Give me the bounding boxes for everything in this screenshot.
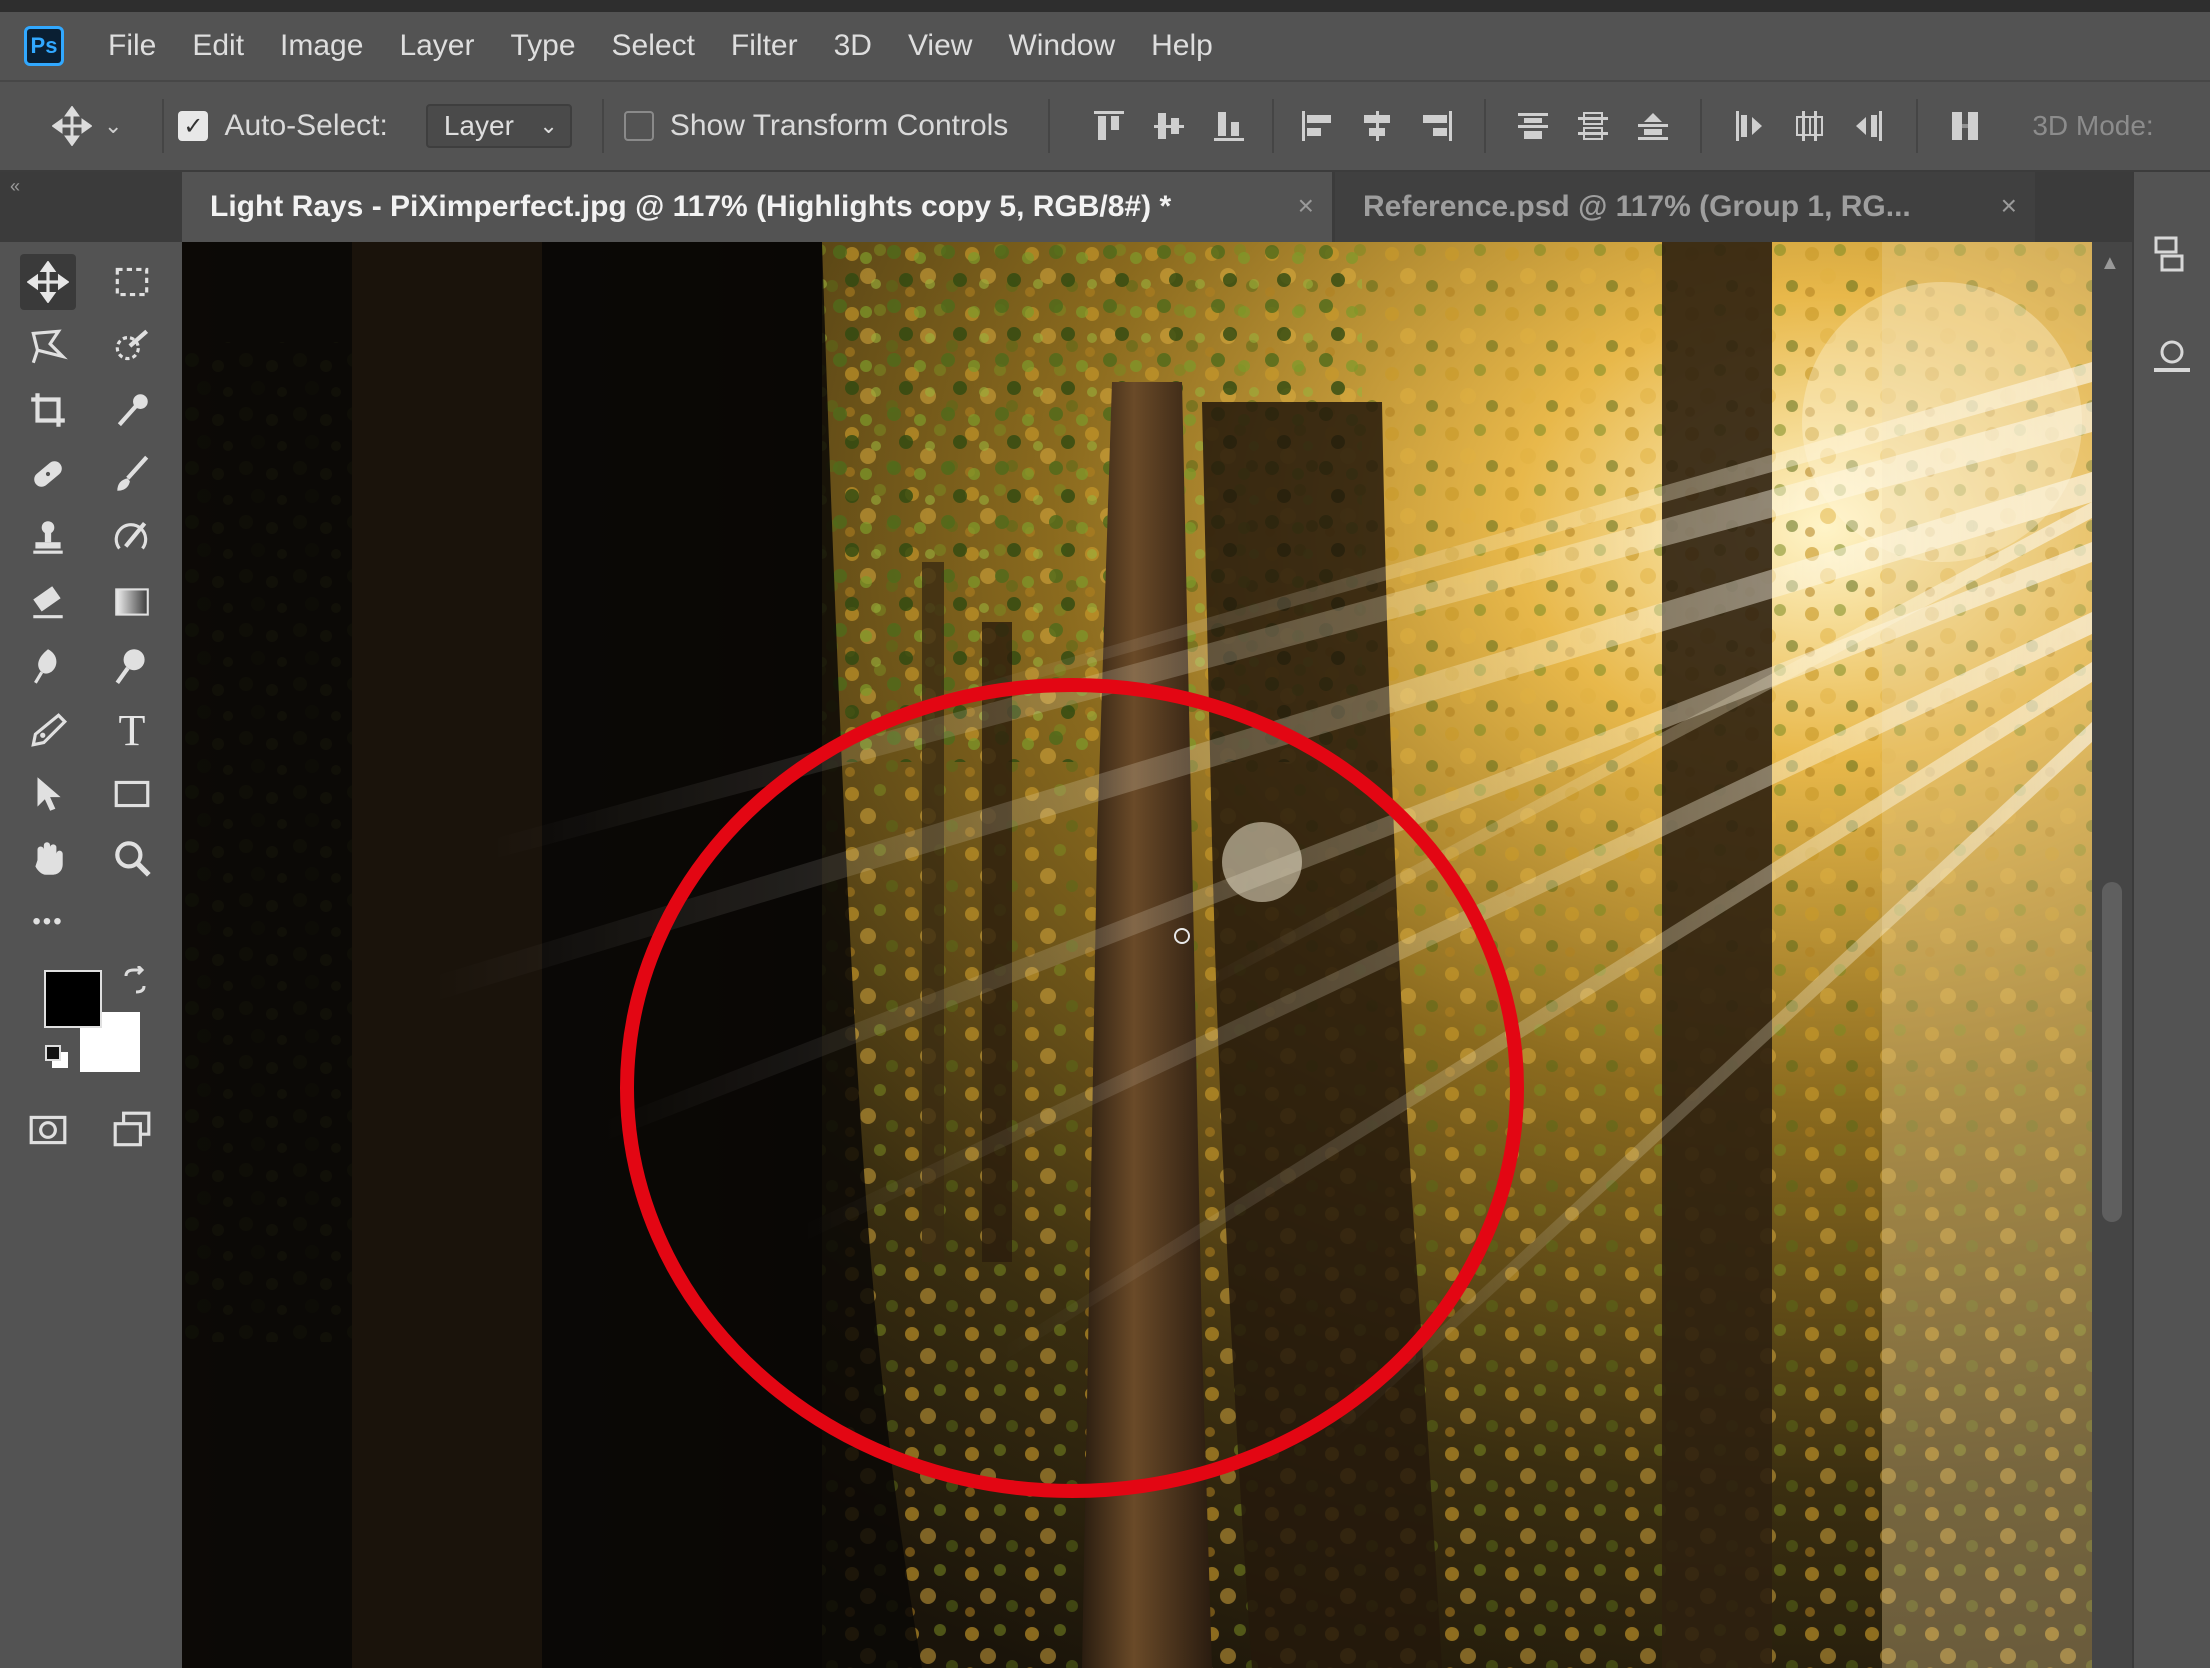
align-top-edges-icon[interactable] [1090,107,1128,145]
canvas-image [182,242,2092,1668]
close-icon[interactable]: × [2001,190,2017,222]
tools-panel: T ••• [0,242,182,1668]
show-transform-controls-label: Show Transform Controls [669,109,1009,142]
move-tool-preset-icon[interactable] [50,104,94,148]
auto-select-checkbox[interactable]: ✓ [178,111,209,141]
more-tools-icon: ••• [32,908,64,935]
chevron-down-icon: ⌄ [539,113,558,138]
blur-tool[interactable] [20,638,76,694]
history-brush-tool[interactable] [104,510,160,566]
menu-window[interactable]: Window [1008,29,1115,63]
rectangle-tool[interactable] [104,766,160,822]
menu-layer[interactable]: Layer [399,29,474,63]
layers-panel-icon[interactable] [2148,232,2196,280]
divider [1272,99,1275,153]
gradient-tool[interactable] [104,574,160,630]
eraser-tool[interactable] [20,574,76,630]
distribute-top-icon[interactable] [1514,107,1552,145]
screen-mode-icon[interactable] [104,1102,160,1158]
lasso-tool[interactable] [20,318,76,374]
swap-colors-icon[interactable] [120,964,150,996]
marquee-tool[interactable] [104,254,160,310]
close-icon[interactable]: × [1298,190,1314,222]
align-right-edges-icon[interactable] [1418,107,1456,145]
menu-bar: Ps File Edit Image Layer Type Select Fil… [0,12,2210,80]
options-bar: ⌄ ✓ Auto-Select: Layer ⌄ Show Transform … [0,80,2210,172]
pen-tool[interactable] [20,702,76,758]
auto-select-label: Auto-Select: [224,109,388,142]
align-horizontal-centers-icon[interactable] [1358,107,1396,145]
divider [601,99,604,153]
menu-file[interactable]: File [108,29,156,63]
menu-help[interactable]: Help [1151,29,1213,63]
type-tool-glyph: T [118,705,146,755]
document-tab-title: Reference.psd @ 117% (Group 1, RG... [1363,190,1911,223]
window-top-edge [0,0,2210,12]
crop-tool[interactable] [20,382,76,438]
edit-toolbar[interactable]: ••• [20,894,76,950]
eyedropper-tool[interactable] [104,382,160,438]
clone-stamp-tool[interactable] [20,510,76,566]
menu-select[interactable]: Select [612,29,695,63]
show-transform-controls-checkbox[interactable] [623,111,654,141]
document-tab-reference[interactable]: Reference.psd @ 117% (Group 1, RG... × [1335,172,2035,242]
align-bottom-edges-icon[interactable] [1210,107,1248,145]
menu-filter[interactable]: Filter [731,29,798,63]
document-tab-strip: « Light Rays - PiXimperfect.jpg @ 117% (… [0,172,2210,242]
default-colors-icon[interactable] [42,1042,72,1072]
document-canvas[interactable] [182,242,2092,1668]
type-tool[interactable]: T [104,702,160,758]
divider [162,99,165,153]
collapse-panel-icon[interactable]: « [10,176,20,197]
foreground-color-swatch[interactable] [44,970,102,1028]
menu-3d[interactable]: 3D [834,29,872,63]
distribute-horizontal-centers-icon[interactable] [1790,107,1828,145]
distribute-right-icon[interactable] [1850,107,1888,145]
scroll-up-icon[interactable]: ▲ [2100,252,2120,275]
auto-select-target-dropdown[interactable]: Layer ⌄ [425,104,572,148]
divider [1916,99,1919,153]
healing-brush-tool[interactable] [20,446,76,502]
menu-view[interactable]: View [908,29,972,63]
menu-edit[interactable]: Edit [192,29,244,63]
menu-type[interactable]: Type [510,29,575,63]
3d-mode-label: 3D Mode: [2032,110,2154,141]
zoom-tool[interactable] [104,830,160,886]
chevron-down-icon[interactable]: ⌄ [104,113,122,139]
quick-mask-icon[interactable] [20,1102,76,1158]
align-vertical-centers-icon[interactable] [1150,107,1188,145]
quick-selection-tool[interactable] [104,318,160,374]
dodge-tool[interactable] [104,638,160,694]
divider [1048,99,1051,153]
photoshop-logo: Ps [24,26,64,66]
distribute-vertical-centers-icon[interactable] [1574,107,1612,145]
brush-tool[interactable] [104,446,160,502]
scrollbar-thumb[interactable] [2102,882,2122,1222]
move-tool[interactable] [20,254,76,310]
hand-tool[interactable] [20,830,76,886]
align-left-edges-icon[interactable] [1298,107,1336,145]
distribute-bottom-icon[interactable] [1634,107,1672,145]
divider [1484,99,1487,153]
divider [1700,99,1703,153]
adjustments-panel-icon[interactable] [2148,332,2196,380]
document-tab-title: Light Rays - PiXimperfect.jpg @ 117% (Hi… [210,190,1172,223]
align-buttons-group [1090,99,1984,153]
menu-image[interactable]: Image [280,29,363,63]
canvas-vertical-scrollbar[interactable]: ▲ [2092,242,2132,1668]
document-tab-light-rays[interactable]: Light Rays - PiXimperfect.jpg @ 117% (Hi… [182,172,1332,242]
distribute-spacing-icon[interactable] [1946,107,1984,145]
distribute-left-icon[interactable] [1730,107,1768,145]
collapsed-panels-strip [2132,172,2210,1668]
path-selection-tool[interactable] [20,766,76,822]
auto-select-target-value: Layer [443,110,514,141]
